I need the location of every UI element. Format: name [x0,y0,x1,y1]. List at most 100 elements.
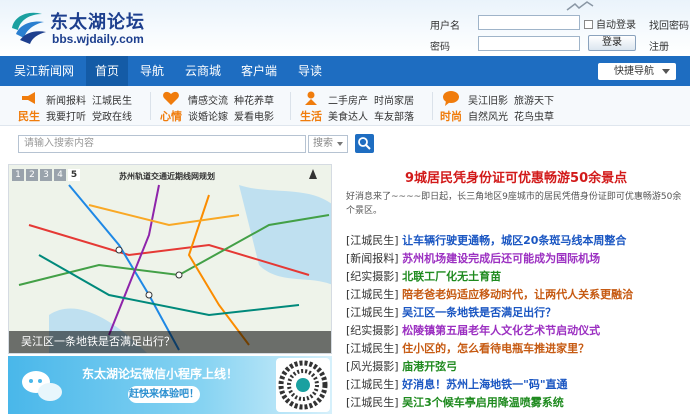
category-strip: 民生 新闻报料 江城民生 我要打听 党政在线 心情 情感交流 种花养草 谈婚论嫁… [0,86,690,126]
logo-url: bbs.wjdaily.com [52,32,144,46]
category-link[interactable]: 党政在线 [92,108,132,123]
category-link[interactable]: 谈婚论嫁 [188,108,228,123]
news-title-link[interactable]: 好消息！苏州上海地铁一"码"直通 [402,378,567,391]
nav-item-home[interactable]: 首页 [86,56,128,86]
headline-description: 好消息来了~~~~即日起，长三角地区9座城市的居民凭借身份证即可优惠畅游50余个… [346,192,682,216]
news-item[interactable]: [江城民生] 陪老爸老妈适应移动时代，让两代人关系更融洽 [346,286,686,304]
chat-bubbles-icon [22,371,62,401]
news-title-link[interactable]: 让车辆行驶更通畅，城区20条斑马线本周整合 [402,234,626,247]
category-link[interactable]: 花鸟虫草 [514,108,554,123]
category-divider [290,92,291,120]
category-link[interactable]: 时尚家居 [374,92,414,107]
chevron-down-icon [662,69,670,74]
category-link[interactable]: 二手房产 [328,92,368,107]
news-item[interactable]: [江城民生] 住小区的，怎么看待电瓶车推进家里？ [346,340,686,358]
category-divider [150,92,151,120]
qr-code-icon [278,360,328,410]
login-button[interactable]: 登录 [588,35,636,51]
featured-slideshow[interactable]: 苏州轨道交通近期线网规划 1 2 3 4 5 吴江区一条地铁是否满足出行？ [8,164,332,354]
nav-item-client[interactable]: 客户端 [236,56,282,86]
news-title-link[interactable]: 吴江区一条地铁是否满足出行？ [402,306,556,319]
logo-title: 东太湖论坛 [50,12,145,33]
remember-me-checkbox[interactable]: 自动登录 [584,16,636,31]
register-link[interactable]: 注册 [649,38,669,53]
news-list: [江城民生] 让车辆行驶更通畅，城区20条斑马线本周整合 [新闻报料] 苏州机场建… [346,232,686,412]
chat-bubble-icon [443,91,459,106]
news-tag[interactable]: [江城民生] [346,378,399,391]
news-tag[interactable]: [江城民生] [346,234,399,247]
news-tag[interactable]: [纪实摄影] [346,324,399,337]
category-link[interactable]: 自然风光 [468,108,508,123]
site-header: 东太湖论坛 bbs.wjdaily.com 用户名 自动登录 找回密码 密码 登… [0,0,690,56]
main-nav: 吴江新闻网 首页 导航 云商城 客户端 导读 快捷导航 [0,56,690,86]
nav-item-digest[interactable]: 导读 [292,56,328,86]
search-icon [358,137,371,150]
checkbox-icon[interactable] [584,20,593,29]
news-item[interactable]: [江城民生] 吴江3个候车亭启用降温喷雾系统 [346,394,686,412]
category-link[interactable]: 旅游天下 [514,92,554,107]
nav-item-wjnews[interactable]: 吴江新闻网 [10,56,78,86]
news-tag[interactable]: [风光摄影] [346,360,399,373]
news-title-link[interactable]: 北联工厂化无土育苗 [402,270,501,283]
news-item[interactable]: [风光摄影] 庙港开弦弓 [346,358,686,376]
map-title: 苏州轨道交通近期线网规划 [119,172,215,181]
category-fashion: 时尚 吴江旧影 旅游天下 自然风光 花鸟虫草 [440,86,564,126]
slide-tab[interactable]: 1 [12,169,24,181]
password-label: 密码 [430,42,450,53]
metro-map-image [9,165,331,353]
news-item[interactable]: [纪实摄影] 松陵镇第五届老年人文化艺术节启动仪式 [346,322,686,340]
wechat-miniprogram-banner[interactable]: 东太湖论坛微信小程序上线！ 赶快来体验吧！ [8,356,332,414]
slide-tab[interactable]: 2 [26,169,38,181]
news-tag[interactable]: [江城民生] [346,342,399,355]
news-item[interactable]: [纪实摄影] 北联工厂化无土育苗 [346,268,686,286]
lifestyle-icon [305,91,317,105]
megaphone-icon [22,92,35,104]
category-divider [432,92,433,120]
nav-item-mall[interactable]: 云商城 [180,56,226,86]
category-link[interactable]: 新闻报料 [46,92,86,107]
category-link[interactable]: 江城民生 [92,92,132,107]
slide-tab[interactable]: 4 [54,169,66,181]
category-link[interactable]: 美食达人 [328,108,368,123]
news-tag[interactable]: [江城民生] [346,306,399,319]
news-title-link[interactable]: 庙港开弦弓 [402,360,457,373]
category-link[interactable]: 情感交流 [188,92,228,107]
nav-item-guide[interactable]: 导航 [132,56,172,86]
search-scope-select[interactable]: 搜索 [308,135,348,153]
category-link[interactable]: 吴江旧影 [468,92,508,107]
news-title-link[interactable]: 陪老爸老妈适应移动时代，让两代人关系更融洽 [402,288,633,301]
search-button[interactable] [355,134,374,153]
banner-try-button[interactable]: 赶快来体验吧！ [128,386,200,403]
remember-me-label: 自动登录 [596,20,636,31]
forgot-password-link[interactable]: 找回密码 [649,17,689,32]
category-link[interactable]: 车友部落 [374,108,414,123]
username-input[interactable] [478,15,580,30]
headline-title[interactable]: 9城居民凭身份证可优惠畅游50余景点 [405,167,627,186]
category-name: 生活 [300,110,322,123]
chevron-down-icon [337,142,343,146]
news-title-link[interactable]: 住小区的，怎么看待电瓶车推进家里？ [402,342,589,355]
news-title-link[interactable]: 苏州机场建设完成后还可能成为国际机场 [402,252,600,265]
news-tag[interactable]: [江城民生] [346,396,399,409]
slide-tab-active[interactable]: 5 [68,169,80,181]
news-item[interactable]: [江城民生] 吴江区一条地铁是否满足出行？ [346,304,686,322]
news-item[interactable]: [新闻报料] 苏州机场建设完成后还可能成为国际机场 [346,250,686,268]
username-label: 用户名 [430,21,460,32]
news-item[interactable]: [江城民生] 好消息！苏州上海地铁一"码"直通 [346,376,686,394]
news-tag[interactable]: [新闻报料] [346,252,399,265]
slide-caption[interactable]: 吴江区一条地铁是否满足出行？ [9,331,331,353]
site-logo[interactable]: 东太湖论坛 bbs.wjdaily.com [8,6,148,48]
password-input[interactable] [478,36,580,51]
category-link[interactable]: 我要打听 [46,108,86,123]
category-link[interactable]: 种花养草 [234,92,274,107]
news-item[interactable]: [江城民生] 让车辆行驶更通畅，城区20条斑马线本周整合 [346,232,686,250]
slide-tab[interactable]: 3 [40,169,52,181]
search-input[interactable]: 请输入搜索内容 [18,135,306,153]
quick-nav-dropdown[interactable]: 快捷导航 [598,63,676,80]
category-link[interactable]: 爱看电影 [234,108,274,123]
news-title-link[interactable]: 吴江3个候车亭启用降温喷雾系统 [402,396,564,409]
bird-decoration-icon [566,1,594,11]
news-tag[interactable]: [江城民生] [346,288,399,301]
news-title-link[interactable]: 松陵镇第五届老年人文化艺术节启动仪式 [402,324,600,337]
news-tag[interactable]: [纪实摄影] [346,270,399,283]
